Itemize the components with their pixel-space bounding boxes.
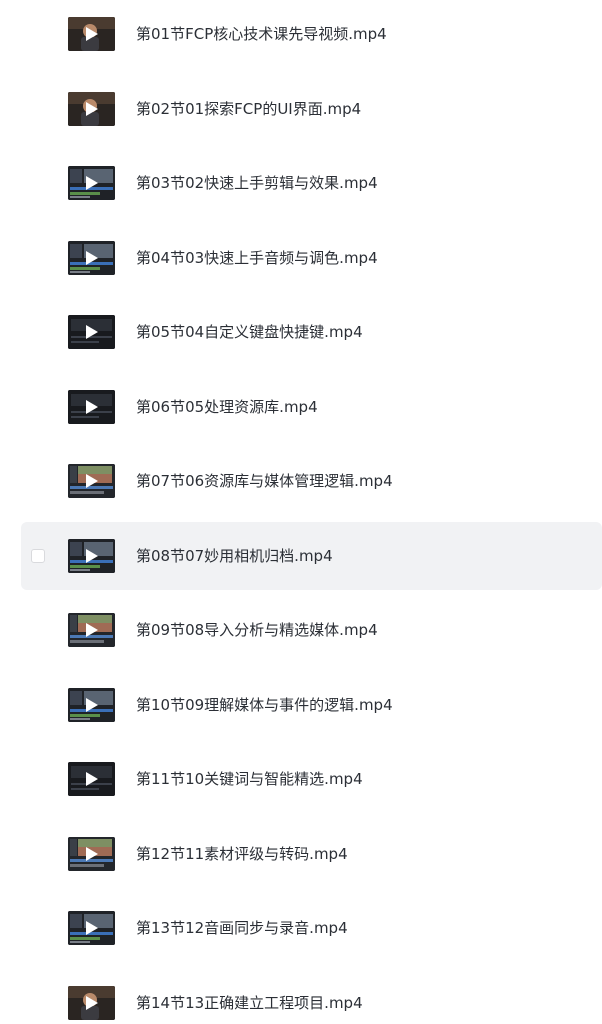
file-name[interactable]: 第13节12音画同步与录音.mp4 <box>136 918 348 938</box>
video-thumbnail-icon[interactable] <box>68 166 115 200</box>
file-row[interactable]: 第01节FCP核心技术课先导视频.mp4 <box>21 0 602 68</box>
file-row[interactable]: 第14节13正确建立工程项目.mp4 <box>21 969 602 1024</box>
file-row[interactable]: 第10节09理解媒体与事件的逻辑.mp4 <box>21 671 602 739</box>
video-thumbnail-icon[interactable] <box>68 91 115 126</box>
file-row[interactable]: 第04节03快速上手音频与调色.mp4 <box>21 224 602 292</box>
file-name[interactable]: 第10节09理解媒体与事件的逻辑.mp4 <box>136 695 393 715</box>
file-name[interactable]: 第05节04自定义键盘快捷键.mp4 <box>136 322 363 342</box>
file-row[interactable]: 第06节05处理资源库.mp4 <box>21 373 602 441</box>
file-name[interactable]: 第14节13正确建立工程项目.mp4 <box>136 993 363 1013</box>
file-name[interactable]: 第08节07妙用相机归档.mp4 <box>136 546 333 566</box>
video-thumbnail-icon[interactable] <box>68 464 115 498</box>
video-thumbnail-icon[interactable] <box>68 911 115 945</box>
file-name[interactable]: 第01节FCP核心技术课先导视频.mp4 <box>136 24 387 44</box>
file-name[interactable]: 第04节03快速上手音频与调色.mp4 <box>136 248 378 268</box>
file-row[interactable]: 第09节08导入分析与精选媒体.mp4 <box>21 596 602 664</box>
file-row[interactable]: 第08节07妙用相机归档.mp4 <box>21 521 602 590</box>
video-thumbnail-icon[interactable] <box>68 613 115 647</box>
video-thumbnail-icon[interactable] <box>68 240 115 275</box>
select-checkbox[interactable] <box>31 548 45 563</box>
file-row[interactable]: 第05节04自定义键盘快捷键.mp4 <box>21 298 602 366</box>
file-row[interactable]: 第03节02快速上手剪辑与效果.mp4 <box>21 149 602 217</box>
video-thumbnail-icon[interactable] <box>68 687 115 722</box>
file-row[interactable]: 第12节11素材评级与转码.mp4 <box>21 820 602 888</box>
file-row[interactable]: 第11节10关键词与智能精选.mp4 <box>21 745 602 813</box>
file-name[interactable]: 第12节11素材评级与转码.mp4 <box>136 844 348 864</box>
file-name[interactable]: 第03节02快速上手剪辑与效果.mp4 <box>136 173 378 193</box>
video-thumbnail-icon[interactable] <box>68 17 115 51</box>
file-row[interactable]: 第07节06资源库与媒体管理逻辑.mp4 <box>21 447 602 515</box>
video-thumbnail-icon[interactable] <box>68 836 115 871</box>
file-row[interactable]: 第02节01探索FCP的UI界面.mp4 <box>21 75 602 143</box>
file-name[interactable]: 第02节01探索FCP的UI界面.mp4 <box>136 99 361 119</box>
file-name[interactable]: 第11节10关键词与智能精选.mp4 <box>136 769 363 789</box>
video-thumbnail-icon[interactable] <box>68 538 115 573</box>
file-name[interactable]: 第06节05处理资源库.mp4 <box>136 397 318 417</box>
file-name[interactable]: 第09节08导入分析与精选媒体.mp4 <box>136 620 378 640</box>
video-thumbnail-icon[interactable] <box>68 985 115 1020</box>
file-name[interactable]: 第07节06资源库与媒体管理逻辑.mp4 <box>136 471 393 491</box>
file-row[interactable]: 第13节12音画同步与录音.mp4 <box>21 894 602 962</box>
file-list: 第01节FCP核心技术课先导视频.mp4 第02节01探索FCP的UI界面.mp4… <box>0 0 602 1024</box>
video-thumbnail-icon[interactable] <box>68 762 115 796</box>
video-thumbnail-icon[interactable] <box>68 389 115 424</box>
video-thumbnail-icon[interactable] <box>68 315 115 349</box>
